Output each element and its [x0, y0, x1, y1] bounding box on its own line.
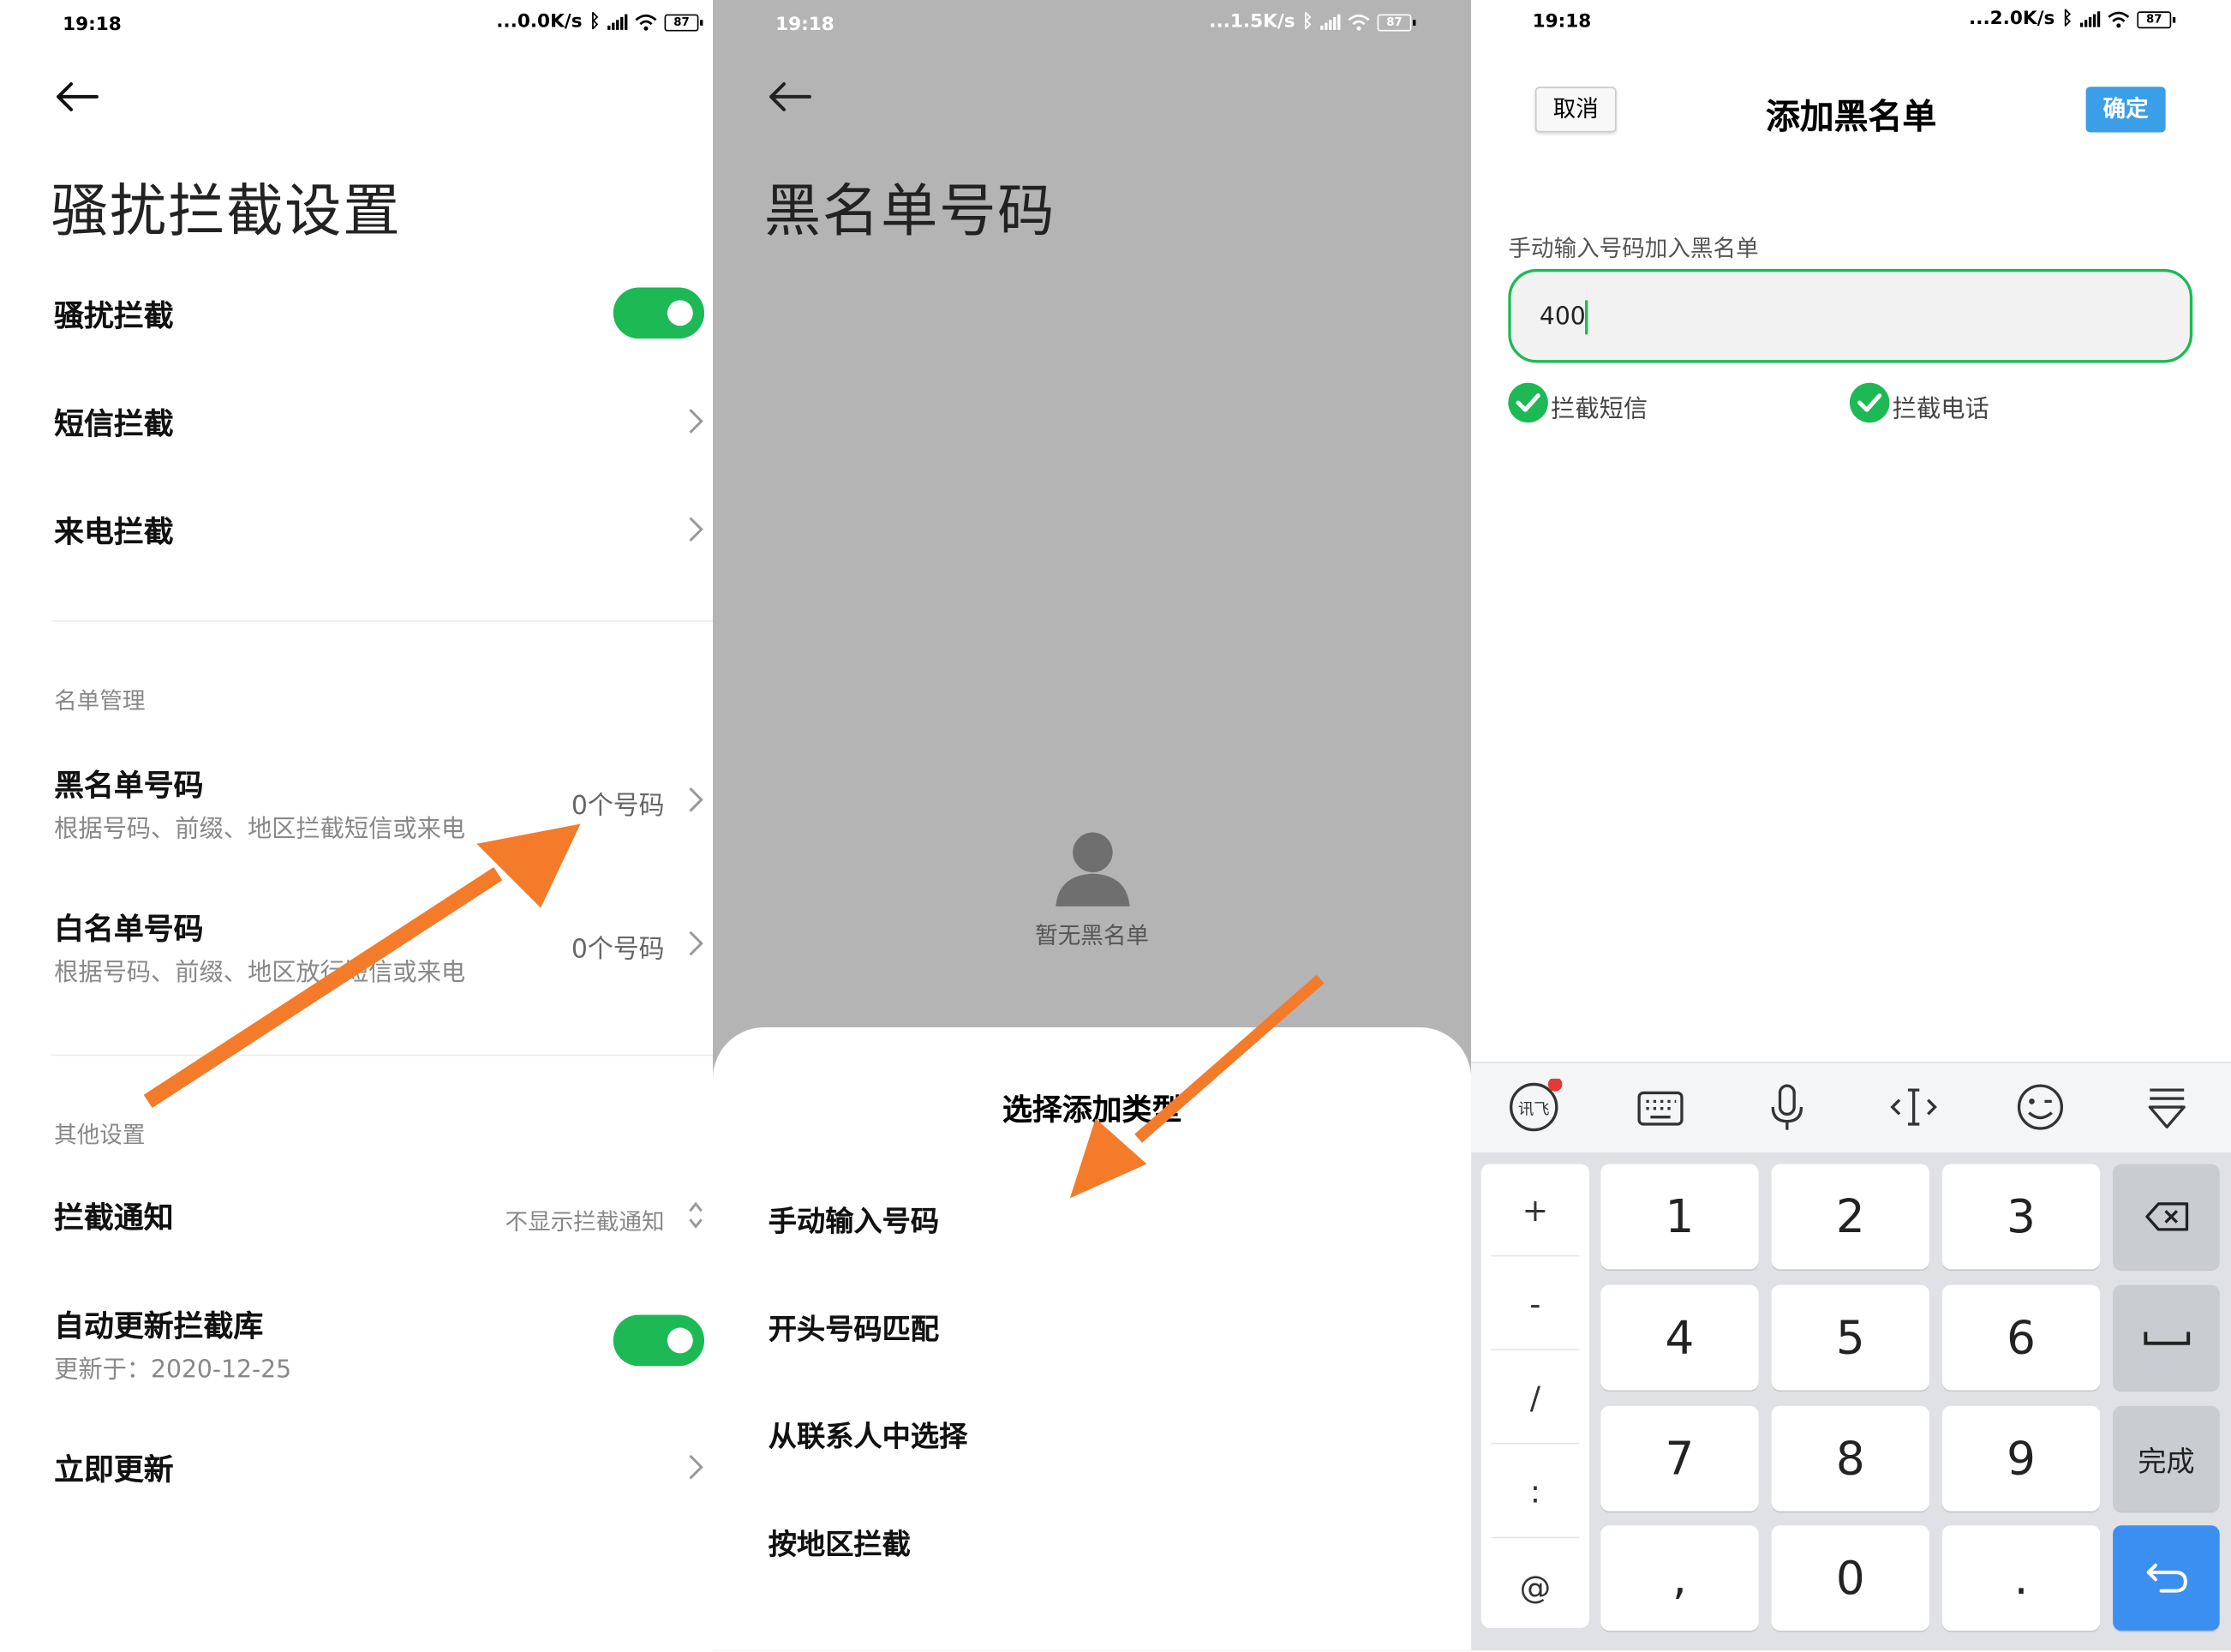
- annotation-arrows: [143, 823, 1325, 1199]
- arrow-to-manual-input-icon: [1069, 974, 1325, 1199]
- arrow-to-blacklist-icon: [143, 823, 581, 1109]
